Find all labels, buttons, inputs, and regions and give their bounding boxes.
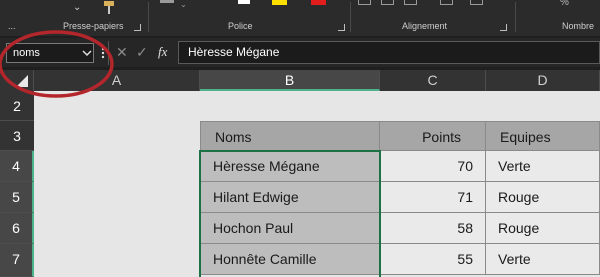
table-cell-name[interactable]: Honnête Camille [200, 244, 380, 275]
table-cell-name[interactable]: Hochon Paul [200, 213, 380, 244]
group-label-font: Police [228, 21, 253, 31]
table-cell-team[interactable]: Rouge [486, 182, 600, 213]
table-header-points[interactable]: Points [380, 121, 486, 151]
format-painter-icon[interactable] [101, 0, 117, 16]
table-cell-name[interactable]: Hèresse Mégane [200, 151, 380, 182]
annotation-ellipse [0, 30, 114, 98]
group-label-number: Nombre [562, 21, 595, 31]
ribbon-separator [148, 2, 149, 32]
font-color-icon[interactable] [311, 0, 326, 5]
percent-style-icon[interactable]: % [560, 0, 569, 8]
table-cell-points[interactable]: 70 [380, 151, 486, 182]
align-center-icon[interactable] [381, 0, 394, 5]
alignment-launcher-icon[interactable] [500, 24, 507, 31]
align-right-icon[interactable] [404, 0, 417, 5]
ribbon-separator [350, 2, 351, 32]
row-header-7[interactable]: 7 [0, 244, 34, 277]
borders-icon[interactable] [160, 0, 174, 3]
fill-color-icon[interactable] [238, 0, 250, 4]
ribbon-separator [515, 2, 516, 32]
table-header-noms[interactable]: Noms [200, 121, 380, 151]
table-cell-points[interactable]: 58 [380, 213, 486, 244]
column-header-d[interactable]: D [486, 70, 600, 91]
merge-center-icon[interactable] [470, 0, 483, 5]
borders-dropdown-icon[interactable]: ⌄ [180, 0, 187, 9]
insert-function-icon[interactable]: fx [158, 44, 167, 60]
column-header-c[interactable]: C [380, 70, 486, 91]
table-cell-points[interactable]: 71 [380, 182, 486, 213]
row-header-5[interactable]: 5 [0, 182, 34, 213]
table-cell-points[interactable]: 55 [380, 244, 486, 275]
paste-dropdown-chevron-icon[interactable]: ⌄ [73, 2, 81, 13]
font-launcher-icon[interactable] [338, 24, 345, 31]
column-header-b[interactable]: B [200, 70, 380, 91]
table-cell-team[interactable]: Verte [486, 244, 600, 275]
row-header-4[interactable]: 4 [0, 151, 34, 182]
table-cell-team[interactable]: Rouge [486, 213, 600, 244]
group-label-alignment: Alignement [402, 21, 448, 31]
enter-icon[interactable]: ✓ [136, 44, 148, 61]
indent-icon[interactable] [440, 0, 453, 5]
formula-input[interactable]: Hèresse Mégane [178, 41, 600, 64]
table-cell-team[interactable]: Verte [486, 151, 600, 182]
align-left-icon[interactable] [358, 0, 371, 5]
highlight-color-icon[interactable] [272, 0, 287, 5]
formula-value: Hèresse Mégane [188, 45, 280, 59]
table-header-equipes[interactable]: Equipes [486, 121, 600, 151]
row-header-3[interactable]: 3 [0, 121, 34, 151]
row-header-6[interactable]: 6 [0, 213, 34, 244]
table-cell-name[interactable]: Hilant Edwige [200, 182, 380, 213]
clipboard-launcher-icon[interactable] [134, 24, 141, 31]
